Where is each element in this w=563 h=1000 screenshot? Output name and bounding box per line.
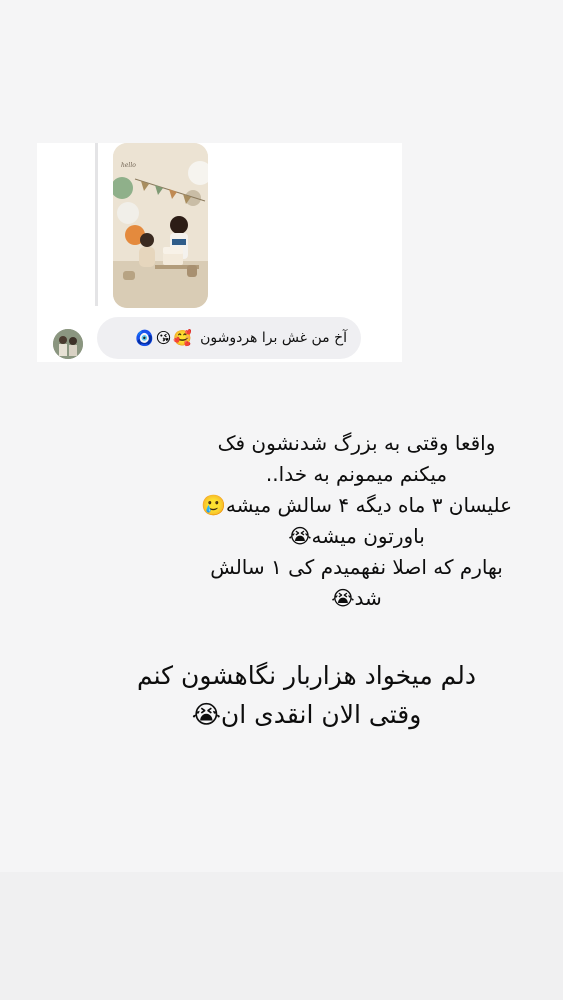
reply-indicator-bar [95, 143, 98, 306]
bottom-band [0, 872, 563, 1000]
message-bubble[interactable]: آخ من غش برا هردوشون 🥰😘🧿 [97, 317, 361, 359]
sign-text: hello [121, 162, 136, 169]
avatar-image [53, 329, 83, 359]
story-caption-1: واقعا وقتی به بزرگ شدنشون فک میکنم میمون… [200, 431, 513, 610]
avatar[interactable] [53, 329, 83, 359]
party-photo-image: hello [113, 143, 208, 308]
story-caption-2: دلم میخواد هزاربار نگاهشون کنم وقتی الان… [136, 661, 477, 729]
message-emojis: 🥰😘🧿 [135, 329, 195, 347]
message-text: آخ من غش برا هردوشون [200, 330, 347, 346]
story-reply-thumbnail[interactable]: hello [113, 143, 208, 308]
